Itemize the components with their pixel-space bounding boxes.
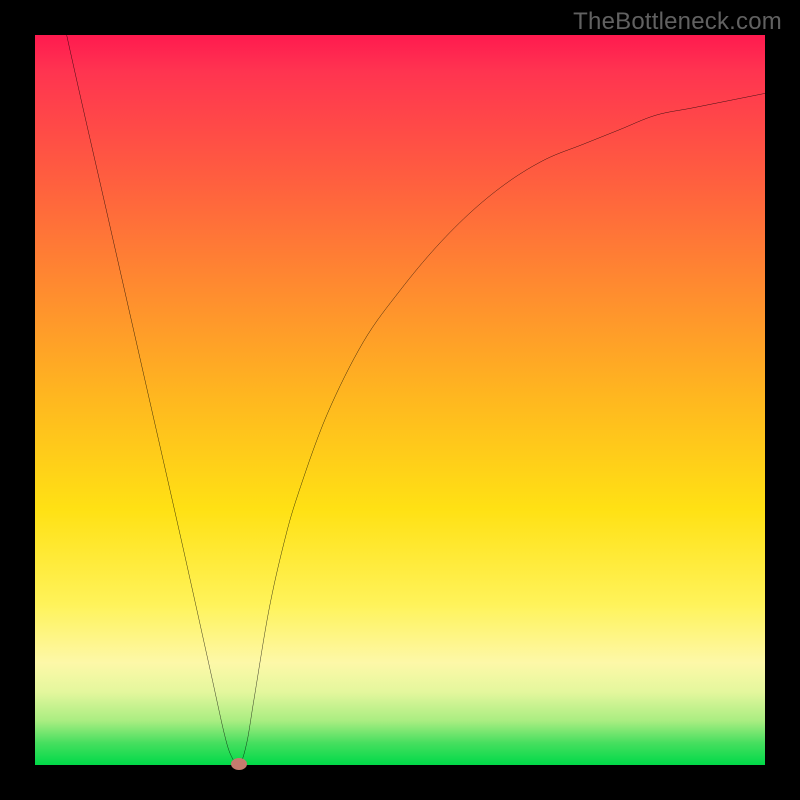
chart-frame: TheBottleneck.com — [0, 0, 800, 800]
bottleneck-curve — [35, 35, 765, 765]
watermark-text: TheBottleneck.com — [573, 8, 782, 36]
optimal-point-marker — [231, 758, 247, 770]
plot-area — [35, 35, 765, 765]
curve-svg — [35, 35, 765, 765]
